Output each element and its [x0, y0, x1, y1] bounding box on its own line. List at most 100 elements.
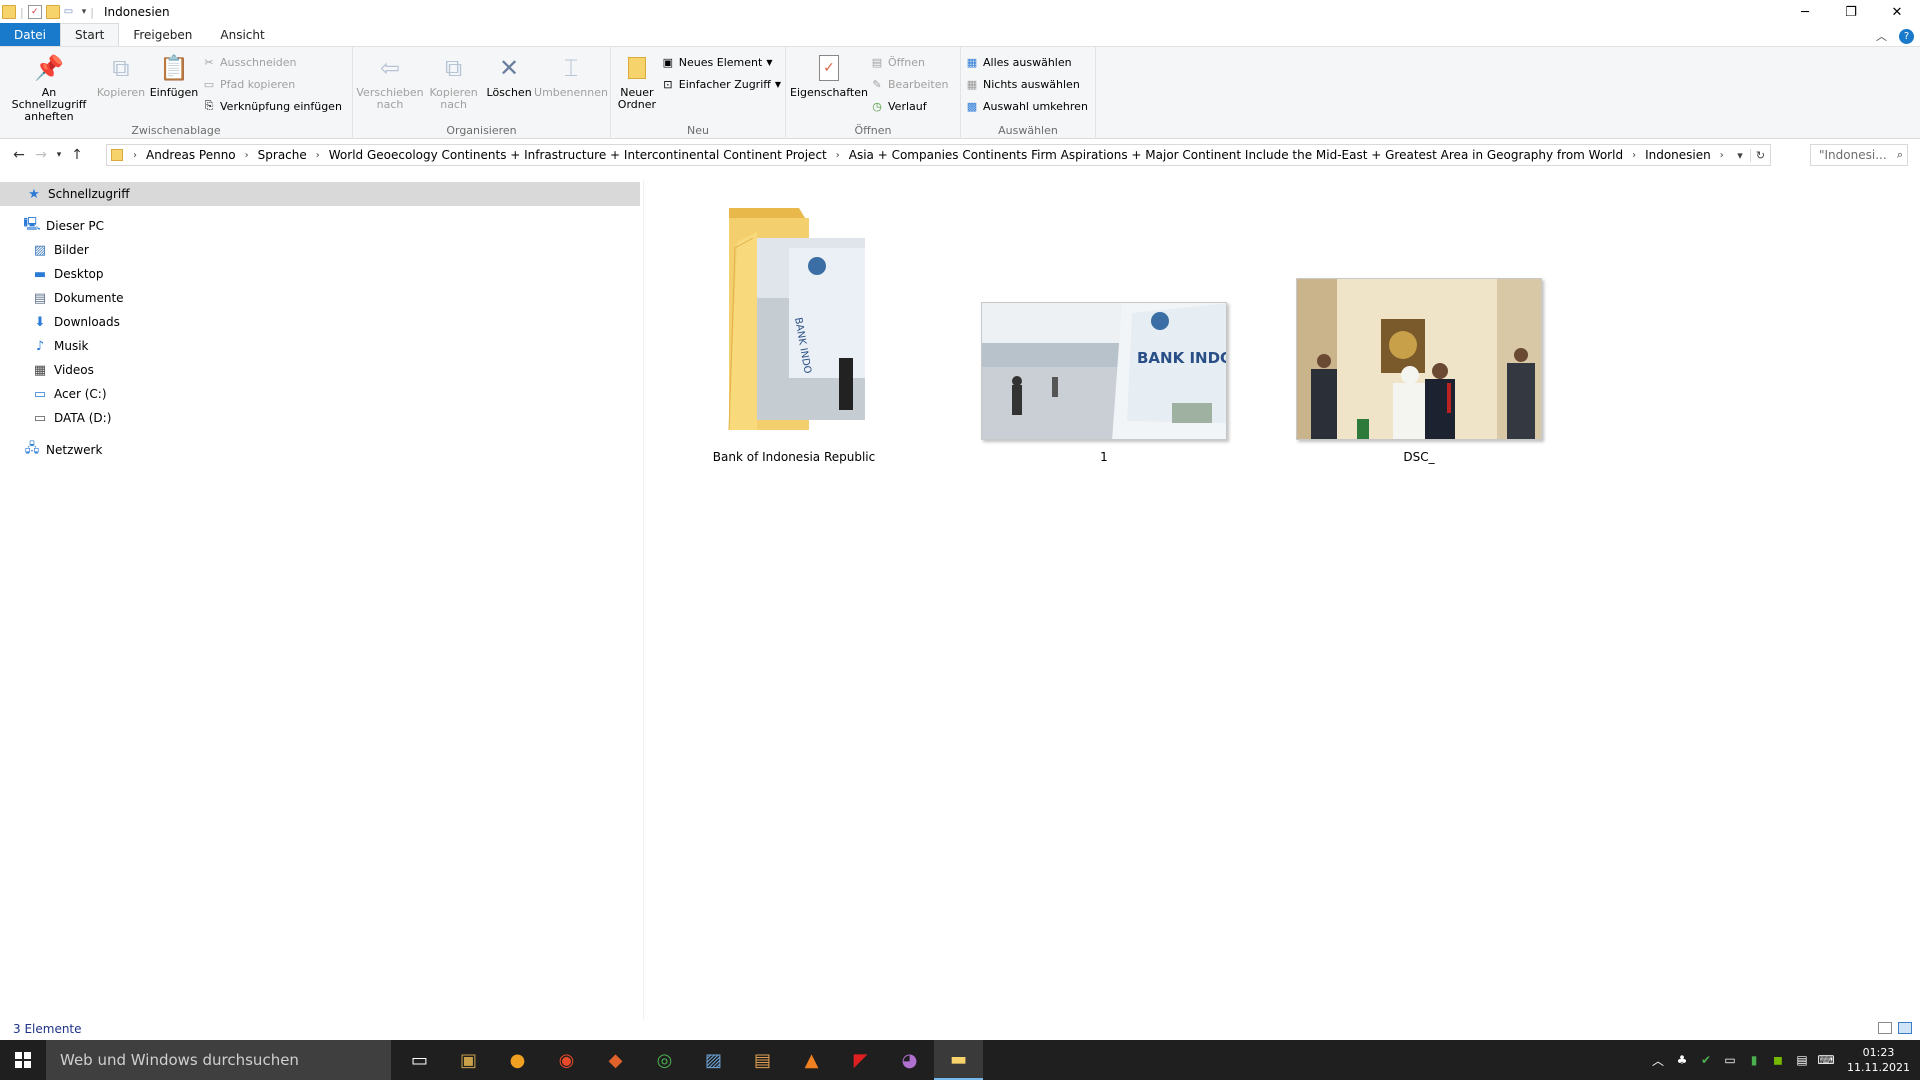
image-viewer-icon[interactable]: ▨ — [689, 1040, 738, 1080]
nav-item-documents[interactable]: ▤ Dokumente — [32, 286, 124, 310]
file-explorer-icon[interactable]: ▬ — [934, 1040, 983, 1080]
new-item-label: Neues Element — [678, 55, 763, 69]
tray-check-icon[interactable]: ✔ — [1697, 1053, 1715, 1067]
open-button[interactable]: ▤ Öffnen — [870, 53, 948, 71]
taskbar-search[interactable]: Web und Windows durchsuchen — [46, 1040, 391, 1080]
copy-path-button[interactable]: ▭ Pfad kopieren — [202, 75, 342, 93]
tray-green-app-icon[interactable]: ▮ — [1745, 1053, 1763, 1067]
file-tile[interactable]: DSC_ — [1289, 208, 1549, 464]
new-item-button[interactable]: ▣ Neues Element ▼ — [661, 53, 781, 71]
paste-shortcut-button[interactable]: ⎘ Verknüpfung einfügen — [202, 97, 342, 115]
tray-app-icon[interactable]: ♣ — [1673, 1053, 1691, 1067]
archive-app-icon[interactable]: ▤ — [738, 1040, 787, 1080]
breadcrumb-item[interactable]: Sprache — [255, 148, 310, 162]
antivirus-icon[interactable]: ◤ — [836, 1040, 885, 1080]
new-folder-quick-icon[interactable] — [45, 5, 60, 19]
recent-locations-chevron-icon[interactable]: ▾ — [52, 150, 66, 160]
copy-label: Kopieren — [96, 86, 146, 99]
breadcrumb-item[interactable]: Asia + Companies Continents Firm Aspirat… — [846, 148, 1626, 162]
breadcrumb-separator-icon[interactable]: › — [1626, 150, 1642, 161]
history-button[interactable]: ◷ Verlauf — [870, 97, 948, 115]
close-button[interactable]: ✕ — [1874, 0, 1920, 24]
forward-arrow-icon[interactable]: → — [30, 147, 52, 163]
details-view-icon[interactable] — [1878, 1022, 1892, 1034]
breadcrumb-item[interactable]: Indonesien — [1642, 148, 1714, 162]
rename-quick-icon[interactable]: ▭ — [64, 5, 78, 19]
image-thumbnail: BANK INDONESIA — [981, 302, 1227, 440]
vlc-icon[interactable]: ▲ — [787, 1040, 836, 1080]
properties-quick-icon[interactable]: ✓ — [27, 5, 42, 19]
select-all-button[interactable]: ▦ Alles auswählen — [965, 53, 1088, 71]
file-tile[interactable]: BANK INDONESIA 1 — [974, 208, 1234, 464]
select-none-button[interactable]: ▦ Nichts auswählen — [965, 75, 1088, 93]
photo-app-icon[interactable]: ▣ — [444, 1040, 493, 1080]
nav-item-drive-c[interactable]: ▭ Acer (C:) — [32, 382, 107, 406]
drive-icon: ▭ — [33, 410, 47, 426]
breadcrumb-item[interactable]: World Geoecology Continents + Infrastruc… — [326, 148, 830, 162]
nav-item-pictures[interactable]: ▨ Bilder — [32, 238, 89, 262]
nav-item-label: Dieser PC — [46, 219, 104, 233]
task-view-icon[interactable]: ▭ — [395, 1040, 444, 1080]
nvidia-icon[interactable]: ◼ — [1769, 1053, 1787, 1067]
tab-start[interactable]: Start — [60, 23, 120, 46]
folder-icon — [2, 5, 16, 19]
minimize-button[interactable]: ─ — [1782, 0, 1828, 24]
properties-label: Eigenschaften — [790, 86, 868, 99]
help-icon[interactable]: ? — [1899, 28, 1914, 44]
breadcrumb-item[interactable]: Andreas Penno — [143, 148, 239, 162]
chrome-icon[interactable]: ◎ — [640, 1040, 689, 1080]
browser-app-icon[interactable]: ◉ — [542, 1040, 591, 1080]
copy-to-icon: ⧉ — [445, 54, 463, 82]
invert-selection-button[interactable]: ▩ Auswahl umkehren — [965, 97, 1088, 115]
nav-item-quick-access[interactable]: ★ Schnellzugriff — [0, 182, 640, 206]
customize-toolbar-chevron-icon[interactable]: ▾ — [82, 7, 87, 17]
pin-label: An Schnellzugriff anheften — [11, 86, 87, 123]
start-button[interactable] — [0, 1040, 46, 1080]
breadcrumb-separator-icon[interactable]: › — [127, 150, 143, 161]
nav-item-downloads[interactable]: ⬇ Downloads — [32, 310, 120, 334]
up-arrow-icon[interactable]: ↑ — [66, 147, 88, 163]
search-icon[interactable]: ⌕ — [1897, 148, 1903, 162]
nav-item-drive-d[interactable]: ▭ DATA (D:) — [32, 406, 112, 430]
nav-item-label: DATA (D:) — [54, 411, 112, 425]
tray-chevron-up-icon[interactable]: ︿ — [1649, 1052, 1667, 1069]
clock[interactable]: 01:23 11.11.2021 — [1847, 1045, 1910, 1075]
address-dropdown-chevron-icon[interactable]: ▾ — [1730, 149, 1750, 162]
collapse-ribbon-icon[interactable]: ︿ — [1876, 28, 1887, 44]
breadcrumb-separator-icon[interactable]: › — [239, 150, 255, 161]
address-bar-controls: ▾ ↻ — [1730, 145, 1770, 165]
nav-item-network[interactable]: 🖧 Netzwerk — [24, 438, 103, 462]
open-icon: ▤ — [871, 55, 883, 69]
easy-access-button[interactable]: ⊡ Einfacher Zugriff ▼ — [661, 75, 781, 93]
network-status-icon[interactable]: ▭ — [1721, 1053, 1739, 1067]
nav-item-this-pc[interactable]: 🖳 Dieser PC — [23, 214, 104, 238]
nav-item-music[interactable]: ♪ Musik — [32, 334, 89, 358]
search-box[interactable]: "Indonesi... ⌕ — [1810, 144, 1908, 166]
status-bar: 3 Elemente — [0, 1018, 1920, 1040]
tab-file[interactable]: Datei — [0, 23, 61, 46]
shield-app-icon[interactable]: ● — [493, 1040, 542, 1080]
breadcrumb-separator-icon[interactable]: › — [310, 150, 326, 161]
edit-button[interactable]: ✎ Bearbeiten — [870, 75, 948, 93]
restore-button[interactable]: ❐ — [1828, 0, 1874, 24]
nav-item-videos[interactable]: ▦ Videos — [32, 358, 94, 382]
window-controls: ─ ❐ ✕ — [1782, 0, 1920, 24]
copy-path-label: Pfad kopieren — [220, 77, 296, 91]
large-icons-view-icon[interactable] — [1898, 1022, 1912, 1034]
back-arrow-icon[interactable]: ← — [8, 147, 30, 163]
breadcrumb-separator-icon[interactable]: › — [1714, 150, 1730, 161]
notifications-icon[interactable]: ▤ — [1793, 1053, 1811, 1067]
file-tile[interactable]: BANK INDO Bank of Indonesia Republic — [664, 208, 924, 464]
keyboard-icon[interactable]: ⌨ — [1817, 1053, 1835, 1067]
address-bar[interactable]: › Andreas Penno › Sprache › World Geoeco… — [106, 144, 1771, 166]
nav-item-desktop[interactable]: ▬ Desktop — [32, 262, 104, 286]
svg-text:BANK INDONESIA: BANK INDONESIA — [1137, 349, 1227, 367]
colorful-app-icon[interactable]: ◕ — [885, 1040, 934, 1080]
office-app-icon[interactable]: ◆ — [591, 1040, 640, 1080]
bank-lobby-photo-icon: BANK INDONESIA — [982, 303, 1227, 439]
tab-share[interactable]: Freigeben — [119, 23, 206, 46]
tab-view[interactable]: Ansicht — [206, 23, 278, 46]
breadcrumb-separator-icon[interactable]: › — [830, 150, 846, 161]
cut-button[interactable]: ✂ Ausschneiden — [202, 53, 342, 71]
refresh-icon[interactable]: ↻ — [1750, 148, 1770, 162]
